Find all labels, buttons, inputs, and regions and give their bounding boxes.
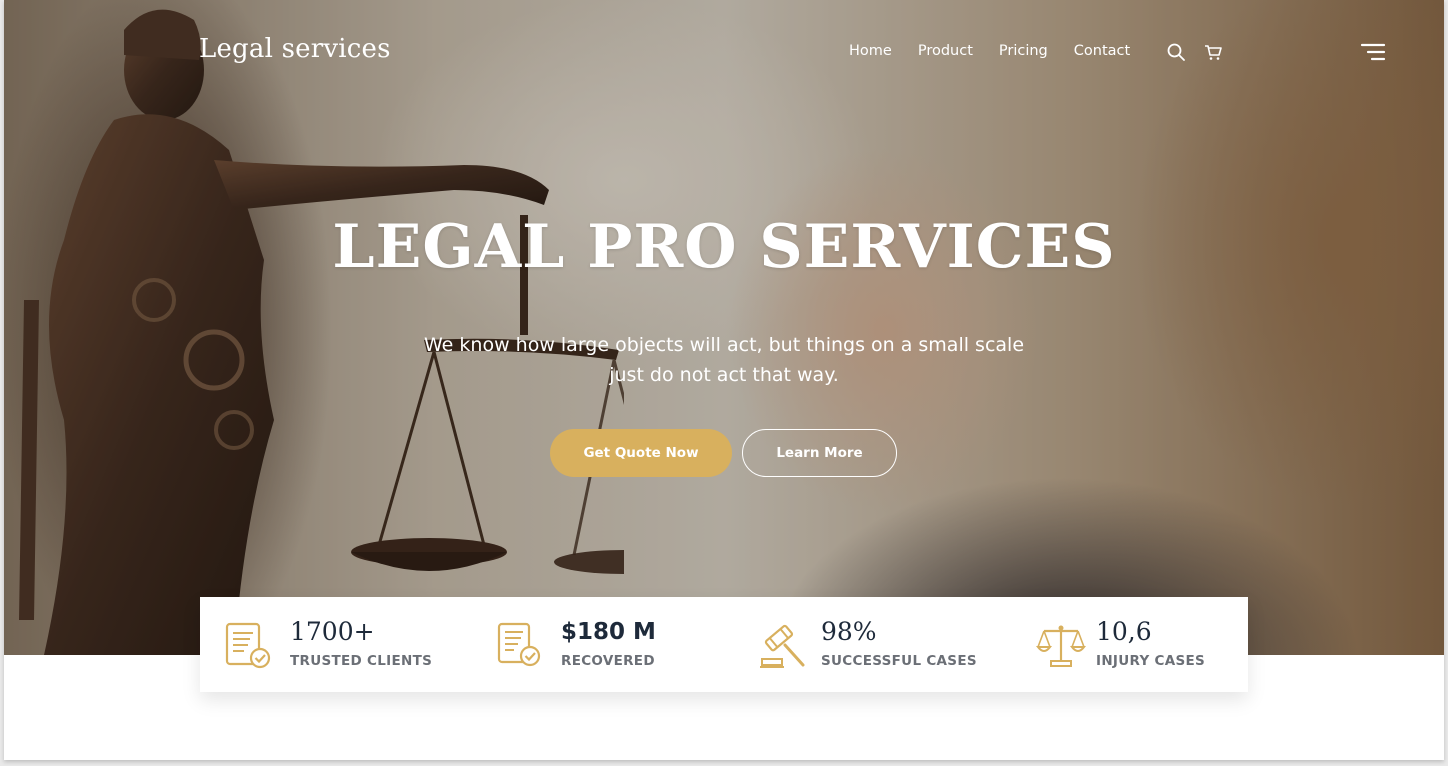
nav-pricing[interactable]: Pricing — [999, 43, 1048, 59]
get-quote-button[interactable]: Get Quote Now — [550, 429, 732, 477]
hero-overlay — [4, 0, 1444, 655]
stat-value: 10,6 — [1096, 617, 1152, 646]
stat-label: SUCCESSFUL CASES — [821, 653, 977, 669]
nav-product[interactable]: Product — [918, 43, 973, 59]
page-frame: Legal services Home Product Pricing Cont… — [4, 0, 1444, 760]
scales-icon — [1036, 625, 1086, 667]
hero-section: Legal services Home Product Pricing Cont… — [4, 0, 1444, 655]
stat-label: INJURY CASES — [1096, 653, 1206, 669]
stat-value: $180 M — [561, 619, 656, 645]
stat-label: RECOVERED — [561, 653, 655, 669]
search-icon[interactable] — [1166, 42, 1186, 62]
stat-label: TRUSTED CLIENTS — [290, 653, 433, 669]
hero-title: LEGAL PRO SERVICES — [332, 212, 1116, 282]
nav-contact[interactable]: Contact — [1074, 43, 1130, 59]
gavel-icon — [760, 624, 805, 668]
menu-icon[interactable] — [1360, 42, 1386, 62]
learn-more-button[interactable]: Learn More — [742, 429, 897, 477]
main-nav: Home Product Pricing Contact — [849, 43, 1156, 59]
cart-icon[interactable] — [1203, 42, 1223, 62]
nav-home[interactable]: Home — [849, 43, 892, 59]
brand-logo[interactable]: Legal services — [199, 34, 391, 64]
certificate-icon — [225, 622, 271, 669]
stats-card: 1700+ TRUSTED CLIENTS $180 M RECOVERED 9… — [200, 597, 1248, 692]
stat-value: 98% — [821, 617, 877, 646]
stat-item: $180 M RECOVERED — [470, 597, 735, 692]
stat-item: 1700+ TRUSTED CLIENTS — [200, 597, 470, 692]
stat-value: 1700+ — [290, 617, 375, 646]
stat-item: 10,6 INJURY CASES — [1010, 597, 1248, 692]
stat-item: 98% SUCCESSFUL CASES — [735, 597, 1010, 692]
document-check-icon — [497, 622, 541, 667]
hero-subtitle: We know how large objects will act, but … — [424, 334, 1025, 386]
